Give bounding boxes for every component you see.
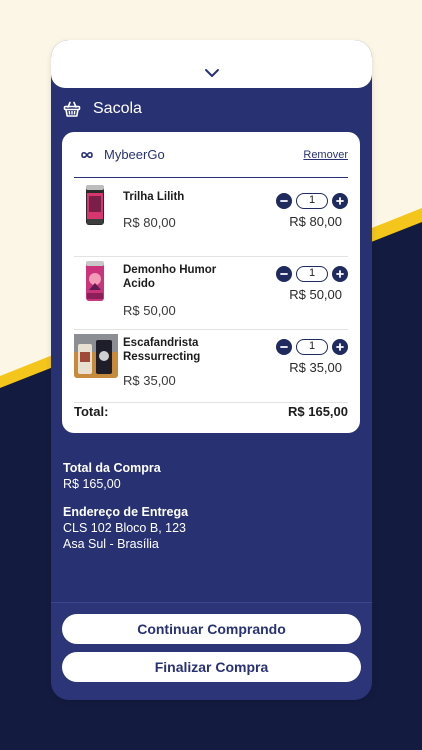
shop-row: MybeerGo Remover bbox=[80, 147, 348, 162]
address-line-1: CLS 102 Bloco B, 123 bbox=[63, 521, 186, 535]
cart-title: Sacola bbox=[93, 100, 142, 117]
decrease-button[interactable] bbox=[276, 339, 292, 355]
quantity-input[interactable]: 1 bbox=[296, 193, 328, 209]
app-screen: Sacola MybeerGo Remover Trilha Lilith R$… bbox=[51, 40, 372, 700]
quantity-input[interactable]: 1 bbox=[296, 339, 328, 355]
purchase-total-value: R$ 165,00 bbox=[63, 477, 121, 491]
item-price: R$ 80,00 bbox=[123, 215, 176, 230]
item-subtotal: R$ 35,00 bbox=[289, 360, 342, 375]
total-value: R$ 165,00 bbox=[288, 404, 348, 419]
item-price: R$ 35,00 bbox=[123, 373, 176, 388]
product-image-escafandrista-ressurrecting bbox=[74, 334, 118, 378]
quantity-input[interactable]: 1 bbox=[296, 266, 328, 282]
item-subtotal: R$ 50,00 bbox=[289, 287, 342, 302]
total-label: Total: bbox=[74, 404, 109, 419]
chevron-down-icon[interactable] bbox=[204, 68, 220, 78]
product-image-demonho-humor-acido bbox=[86, 261, 104, 301]
shop-divider bbox=[74, 177, 348, 178]
plus-icon bbox=[336, 270, 344, 278]
remove-link[interactable]: Remover bbox=[303, 149, 348, 161]
item-divider bbox=[74, 402, 348, 403]
address-label: Endereço de Entrega bbox=[63, 505, 189, 519]
purchase-total-label: Total da Compra bbox=[63, 461, 161, 475]
item-subtotal: R$ 80,00 bbox=[289, 214, 342, 229]
minus-icon bbox=[280, 346, 288, 348]
minus-icon bbox=[280, 200, 288, 202]
increase-button[interactable] bbox=[332, 266, 348, 282]
action-panel: Continuar Comprando Finalizar Compra bbox=[51, 602, 372, 700]
top-bar bbox=[51, 40, 372, 88]
infinity-logo-icon bbox=[81, 151, 93, 158]
address-line-2: Asa Sul - Brasília bbox=[63, 537, 159, 551]
plus-icon bbox=[336, 343, 344, 351]
continue-shopping-button[interactable]: Continuar Comprando bbox=[62, 614, 361, 644]
basket-icon bbox=[63, 101, 81, 117]
decrease-button[interactable] bbox=[276, 193, 292, 209]
item-name: Trilha Lilith bbox=[123, 191, 185, 203]
cart-item: Escafandrista Ressurrecting R$ 35,00 1 R… bbox=[74, 330, 348, 403]
minus-icon bbox=[280, 273, 288, 275]
total-row: Total: R$ 165,00 bbox=[74, 404, 348, 419]
delivery-address: Endereço de Entrega CLS 102 Bloco B, 123… bbox=[63, 504, 188, 552]
cart-card: MybeerGo Remover Trilha Lilith R$ 80,00 … bbox=[62, 132, 360, 433]
item-name: Demonho Humor Acido bbox=[123, 264, 217, 290]
decrease-button[interactable] bbox=[276, 266, 292, 282]
increase-button[interactable] bbox=[332, 339, 348, 355]
quantity-stepper: 1 bbox=[276, 338, 348, 356]
increase-button[interactable] bbox=[332, 193, 348, 209]
item-price: R$ 50,00 bbox=[123, 303, 176, 318]
cart-item: Trilha Lilith R$ 80,00 1 R$ 80,00 bbox=[74, 184, 348, 257]
item-name: Escafandrista Ressurrecting bbox=[123, 337, 201, 363]
product-image-trilha-lilith bbox=[86, 185, 104, 225]
shop-name: MybeerGo bbox=[104, 147, 165, 162]
quantity-stepper: 1 bbox=[276, 265, 348, 283]
plus-icon bbox=[336, 197, 344, 205]
quantity-stepper: 1 bbox=[276, 192, 348, 210]
cart-item: Demonho Humor Acido R$ 50,00 1 R$ 50,00 bbox=[74, 257, 348, 330]
purchase-summary: Total da Compra R$ 165,00 bbox=[63, 460, 161, 492]
cart-header: Sacola bbox=[63, 100, 142, 118]
checkout-button[interactable]: Finalizar Compra bbox=[62, 652, 361, 682]
